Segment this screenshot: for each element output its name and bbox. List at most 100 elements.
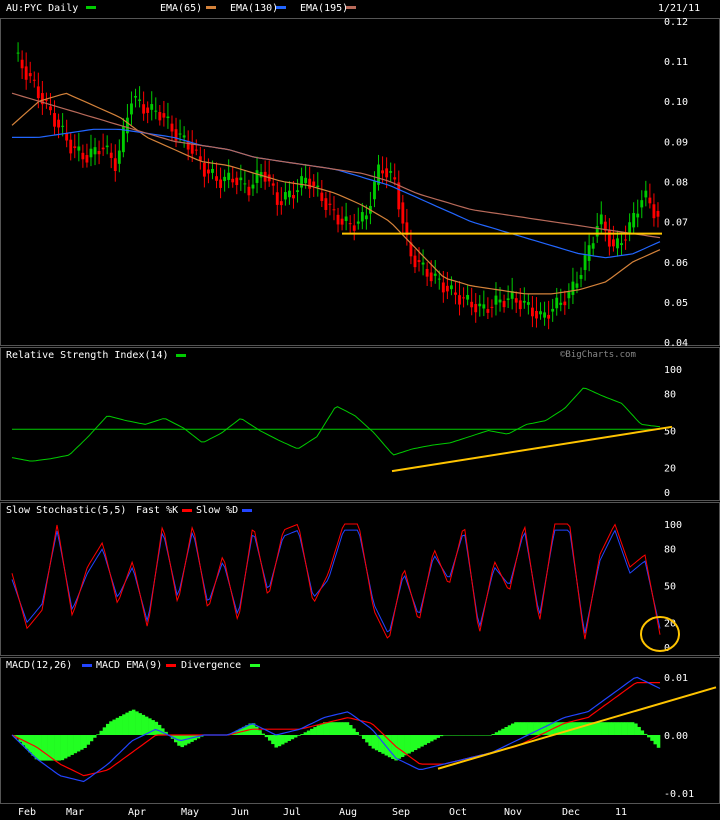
x-tick-11: 11 (615, 807, 627, 818)
divergence-bar (617, 722, 622, 735)
divergence-bar (284, 735, 288, 743)
divergence-bar (507, 725, 512, 735)
price-candle (138, 99, 141, 101)
price-candle (531, 307, 534, 317)
divergence-bar (462, 735, 466, 736)
divergence-bar (54, 735, 58, 761)
price-candle (194, 149, 198, 151)
divergence-bar (630, 722, 635, 735)
x-tick-jul: Jul (283, 807, 301, 818)
divergence-bar (300, 734, 304, 735)
ema195-swatch (346, 6, 356, 9)
divergence-bar (650, 735, 654, 741)
price-candle (239, 177, 243, 181)
price-candle (312, 181, 316, 187)
price-candle (85, 155, 89, 163)
macd-title: MACD(12,26) (6, 660, 72, 671)
stoch-fast-label: Fast %K (136, 505, 178, 516)
divergence-bar (329, 722, 334, 735)
price-candle (134, 96, 137, 98)
price-candle (97, 150, 101, 155)
price-candle (624, 239, 627, 241)
divergence-bar (115, 717, 120, 735)
price-candle (616, 238, 619, 249)
price-candle (328, 203, 332, 205)
price-candle (583, 255, 587, 271)
divergence-bar (501, 728, 505, 735)
divergence-bar (76, 735, 81, 752)
price-candle (150, 104, 154, 110)
divergence-bar (520, 722, 525, 735)
stoch-y-tick-1: 80 (664, 545, 676, 556)
divergence-bar (510, 723, 515, 735)
price-y-tick-4: 0.08 (664, 178, 688, 189)
stoch-slow-label: Slow %D (196, 505, 238, 516)
chart-background (0, 0, 720, 820)
price-candle (101, 147, 105, 150)
price-candle (644, 190, 648, 198)
divergence-bar (339, 722, 343, 735)
price-candle (559, 302, 563, 305)
price-candle (77, 146, 81, 151)
divergence-bar (442, 735, 447, 736)
divergence-bar (647, 735, 651, 738)
x-tick-feb: Feb (18, 807, 36, 818)
rsi-title: Relative Strength Index(14) (6, 350, 169, 361)
divergence-bar (436, 735, 440, 738)
divergence-bar (423, 735, 428, 745)
price-candle (526, 302, 530, 305)
divergence-bar (44, 735, 48, 761)
divergence-bar (598, 722, 602, 735)
price-candle (454, 292, 457, 295)
price-candle (223, 176, 227, 182)
price-candle (36, 86, 40, 99)
divergence-bar (258, 730, 262, 735)
x-tick-may: May (181, 807, 199, 818)
price-candle (174, 129, 178, 141)
price-candle (178, 133, 182, 135)
divergence-bar (280, 735, 285, 745)
divergence-bar (297, 735, 301, 736)
divergence-bar (112, 719, 116, 735)
price-candle (247, 186, 251, 196)
price-candle (65, 133, 69, 141)
price-candle (130, 103, 133, 115)
price-candle (648, 197, 652, 204)
rsi-y-tick-0: 100 (664, 365, 682, 376)
price-candle (170, 123, 174, 132)
rsi-y-tick-3: 20 (664, 463, 676, 474)
price-y-tick-6: 0.06 (664, 258, 688, 269)
divergence-bar (643, 733, 648, 735)
price-candle (227, 172, 231, 180)
price-candle (429, 272, 433, 282)
price-candle (231, 178, 235, 183)
divergence-bar (640, 730, 645, 735)
price-candle (243, 183, 247, 185)
divergence-swatch (250, 664, 260, 667)
price-candle (518, 300, 522, 310)
price-candle (381, 170, 384, 174)
price-candle (57, 119, 60, 128)
divergence-bar (345, 722, 350, 735)
divergence-bar (332, 722, 337, 735)
divergence-bar (73, 735, 78, 754)
ema65-swatch (206, 6, 216, 9)
rsi-y-tick-1: 80 (664, 390, 676, 401)
price-y-tick-0: 0.12 (664, 17, 688, 28)
price-candle (336, 214, 340, 225)
price-y-tick-2: 0.10 (664, 97, 688, 108)
divergence-bar (387, 735, 392, 758)
divergence-bar (310, 728, 314, 735)
price-candle (28, 73, 32, 77)
price-candle (393, 177, 397, 180)
divergence-bar (601, 722, 606, 735)
divergence-bar (144, 716, 149, 735)
divergence-bar (290, 735, 295, 740)
divergence-bar (109, 721, 113, 735)
divergence-bar (481, 735, 486, 736)
price-candle (478, 303, 482, 307)
price-candle (288, 190, 291, 198)
divergence-bar (374, 735, 379, 751)
divergence-bar (105, 723, 110, 735)
price-candle (563, 301, 567, 306)
